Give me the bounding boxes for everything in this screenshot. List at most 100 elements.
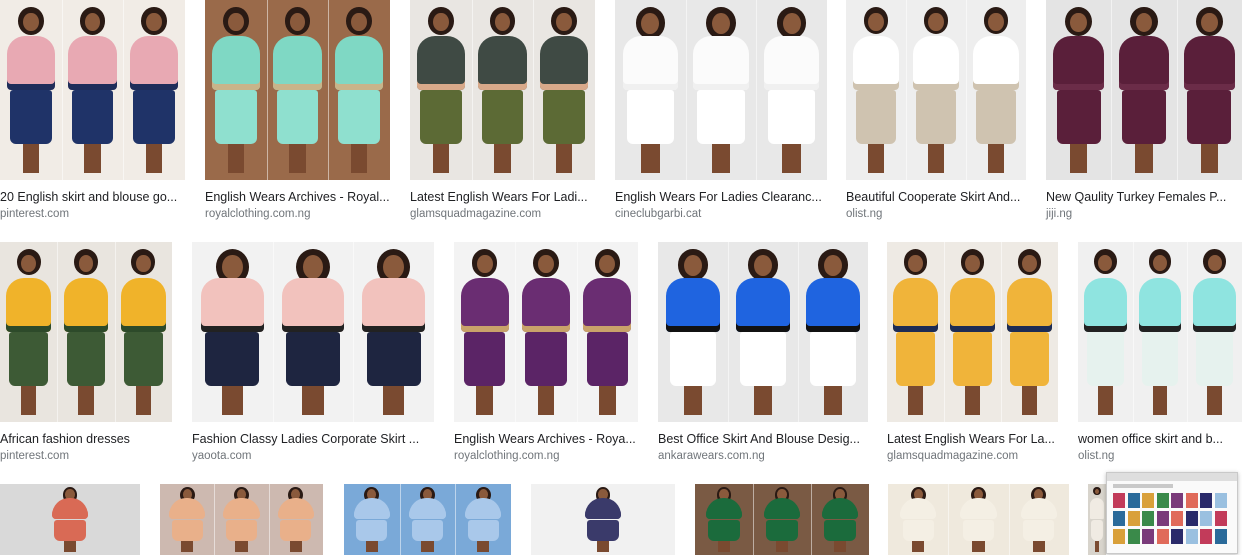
browser-screenshot-thumbnail[interactable] bbox=[1106, 472, 1238, 554]
result-title[interactable]: English Wears Archives - Roya... bbox=[454, 431, 638, 447]
model-figure bbox=[887, 242, 945, 422]
model-figure bbox=[948, 484, 1010, 555]
result-thumbnail[interactable] bbox=[0, 242, 172, 422]
model-figure bbox=[811, 484, 869, 555]
result-thumbnail[interactable] bbox=[160, 484, 323, 555]
mini-thumb bbox=[1214, 529, 1227, 544]
model-figure bbox=[798, 242, 868, 422]
result-thumbnail[interactable] bbox=[531, 484, 675, 555]
result-thumbnail[interactable] bbox=[410, 0, 595, 180]
result-thumbnail[interactable] bbox=[887, 242, 1058, 422]
result-source[interactable]: royalclothing.com.ng bbox=[454, 449, 559, 463]
mini-thumb bbox=[1200, 493, 1212, 508]
result-thumbnail[interactable] bbox=[0, 0, 185, 180]
result-title[interactable]: African fashion dresses bbox=[0, 431, 172, 447]
model-figure bbox=[115, 242, 172, 422]
result-title[interactable]: English Wears Archives - Royal... bbox=[205, 189, 390, 205]
model-figure bbox=[267, 0, 330, 180]
result-source[interactable]: glamsquadmagazine.com bbox=[410, 207, 541, 221]
mini-thumb bbox=[1200, 511, 1212, 526]
result-title[interactable]: 20 English skirt and blouse go... bbox=[0, 189, 185, 205]
result-title[interactable]: Latest English Wears For Ladi... bbox=[410, 189, 595, 205]
model-figure bbox=[944, 242, 1002, 422]
model-figure bbox=[192, 242, 274, 422]
result-source[interactable]: glamsquadmagazine.com bbox=[887, 449, 1018, 463]
mini-thumb bbox=[1200, 529, 1212, 544]
model-figure bbox=[888, 484, 950, 555]
mini-thumb bbox=[1171, 511, 1183, 526]
mini-thumb bbox=[1185, 529, 1198, 544]
model-figure bbox=[728, 242, 799, 422]
result-thumbnail[interactable] bbox=[658, 242, 868, 422]
model-figure bbox=[123, 0, 185, 180]
model-figure bbox=[0, 242, 59, 422]
model-figure bbox=[1046, 0, 1113, 180]
result-source[interactable]: jiji.ng bbox=[1046, 207, 1072, 221]
result-source[interactable]: royalclothing.com.ng bbox=[205, 207, 310, 221]
result-thumbnail[interactable] bbox=[615, 0, 827, 180]
model-figure bbox=[846, 0, 907, 180]
result-thumbnail[interactable] bbox=[205, 0, 390, 180]
model-figure bbox=[658, 242, 729, 422]
model-figure bbox=[0, 0, 63, 180]
result-thumbnail[interactable] bbox=[344, 484, 511, 555]
result-source[interactable]: pinterest.com bbox=[0, 207, 69, 221]
model-figure bbox=[1001, 242, 1058, 422]
model-figure bbox=[455, 484, 511, 555]
mini-thumb bbox=[1127, 511, 1140, 526]
model-figure bbox=[966, 0, 1026, 180]
model-figure bbox=[344, 484, 401, 555]
model-figure bbox=[353, 242, 434, 422]
model-figure bbox=[577, 242, 638, 422]
model-figure bbox=[615, 0, 687, 180]
result-source[interactable]: ankarawears.com.ng bbox=[658, 449, 765, 463]
result-title[interactable]: English Wears For Ladies Clearanc... bbox=[615, 189, 827, 205]
model-figure bbox=[0, 484, 140, 555]
model-figure bbox=[906, 0, 967, 180]
mini-thumb bbox=[1214, 511, 1227, 526]
model-figure bbox=[753, 484, 812, 555]
result-thumbnail[interactable] bbox=[888, 484, 1069, 555]
result-thumbnail[interactable] bbox=[1046, 0, 1242, 180]
model-figure bbox=[400, 484, 457, 555]
result-title[interactable]: Best Office Skirt And Blouse Desig... bbox=[658, 431, 868, 447]
result-thumbnail[interactable] bbox=[454, 242, 638, 422]
mini-thumb bbox=[1171, 529, 1183, 544]
model-figure bbox=[205, 0, 268, 180]
model-figure bbox=[410, 0, 473, 180]
model-figure bbox=[472, 0, 535, 180]
result-thumbnail[interactable] bbox=[192, 242, 434, 422]
result-title[interactable]: Beautiful Cooperate Skirt And... bbox=[846, 189, 1026, 205]
result-thumbnail[interactable] bbox=[0, 484, 140, 555]
result-source[interactable]: olist.ng bbox=[846, 207, 882, 221]
result-thumbnail[interactable] bbox=[1078, 242, 1242, 422]
result-thumbnail[interactable] bbox=[695, 484, 869, 555]
result-title[interactable]: New Qaulity Turkey Females P... bbox=[1046, 189, 1242, 205]
result-title[interactable]: Fashion Classy Ladies Corporate Skirt ..… bbox=[192, 431, 434, 447]
mini-thumb bbox=[1171, 493, 1183, 508]
result-title[interactable]: women office skirt and b... bbox=[1078, 431, 1242, 447]
model-figure bbox=[531, 484, 675, 555]
result-source[interactable]: pinterest.com bbox=[0, 449, 69, 463]
result-thumbnail[interactable] bbox=[846, 0, 1026, 180]
mini-thumb bbox=[1127, 493, 1140, 508]
mini-thumb bbox=[1156, 493, 1169, 508]
result-source[interactable]: yaoota.com bbox=[192, 449, 251, 463]
model-figure bbox=[328, 0, 390, 180]
mini-thumb bbox=[1113, 493, 1125, 508]
mini-thumb bbox=[1142, 511, 1154, 526]
model-figure bbox=[533, 0, 595, 180]
mini-thumb bbox=[1113, 529, 1125, 544]
model-figure bbox=[686, 0, 758, 180]
result-source[interactable]: olist.ng bbox=[1078, 449, 1114, 463]
mini-thumb bbox=[1127, 529, 1140, 544]
mini-thumb bbox=[1185, 511, 1198, 526]
model-figure bbox=[695, 484, 754, 555]
mini-thumb bbox=[1142, 529, 1154, 544]
result-title[interactable]: Latest English Wears For La... bbox=[887, 431, 1058, 447]
mini-thumb bbox=[1142, 493, 1154, 508]
model-figure bbox=[273, 242, 355, 422]
model-figure bbox=[1133, 242, 1189, 422]
result-thumbnail[interactable] bbox=[1088, 484, 1106, 555]
result-source[interactable]: cineclubgarbi.cat bbox=[615, 207, 701, 221]
